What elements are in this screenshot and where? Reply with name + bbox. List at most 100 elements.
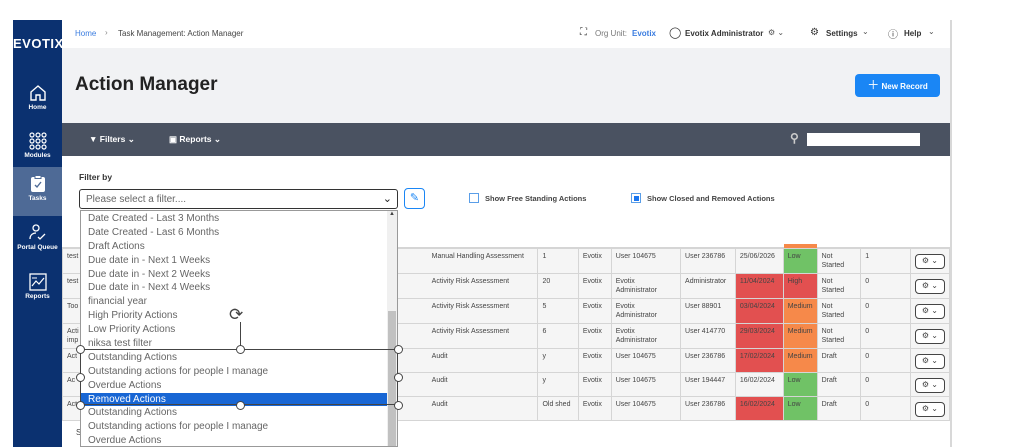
priority-cell: Low [782, 372, 818, 397]
row-actions-button[interactable]: ⚙ ⌄ [914, 354, 945, 369]
owner-cell: Evotix Administrator [610, 323, 682, 349]
rotate-icon[interactable]: ⟳ [229, 305, 243, 325]
org-unit-cell: Evotix [577, 396, 612, 421]
gear-icon: ⚙ [921, 256, 930, 265]
assignee-cell: User 236786 [680, 348, 736, 373]
resize-handle[interactable] [75, 344, 85, 354]
actions-cell: ⚙ ⌄ [909, 248, 951, 274]
owner-cell: User 104675 [610, 396, 682, 421]
due-date-cell: 25/06/2026 [734, 248, 784, 274]
dropdown-option[interactable]: Overdue Actions [81, 434, 388, 446]
settings-menu[interactable]: Settings [826, 29, 858, 38]
gear-icon: ⚙ [921, 331, 930, 340]
dropdown-option[interactable]: Due date in - Next 1 Weeks [81, 254, 388, 268]
sidebar-item-label: Portal Queue [17, 244, 58, 251]
user-menu[interactable]: Evotix Administrator [685, 29, 763, 38]
chevron-down-icon: ⌄ [213, 134, 222, 144]
owner-cell: User 104675 [610, 348, 682, 373]
chevron-down-icon: ⌄ [931, 356, 938, 365]
breadcrumb-home[interactable]: Home [75, 29, 96, 38]
row-actions-button[interactable]: ⚙ ⌄ [914, 378, 945, 393]
status-cell: Not Started [816, 298, 862, 324]
page-title: Action Manager [75, 74, 218, 95]
resize-handle[interactable] [393, 372, 403, 382]
due-date-cell: 17/02/2024 [734, 348, 784, 373]
reports-label: Reports [179, 134, 212, 144]
actions-cell: ⚙ ⌄ [909, 323, 951, 349]
chevron-down-icon: ⌄ [931, 331, 938, 340]
funnel-icon: ▼ [89, 134, 98, 144]
reports-menu[interactable]: ▣ Reports ⌄ [169, 134, 221, 145]
filters-menu[interactable]: ▼ Filters ⌄ [89, 134, 135, 145]
resize-handle[interactable] [393, 400, 403, 410]
org-unit-value[interactable]: Evotix [632, 29, 656, 38]
row-actions-button[interactable]: ⚙ ⌄ [914, 402, 945, 417]
status-cell: Not Started [816, 323, 862, 349]
org-unit-label: Org Unit: [595, 29, 628, 38]
closed-removed-checkbox[interactable] [631, 193, 641, 203]
sidebar-item-reports[interactable]: Reports [13, 265, 62, 313]
assignee-cell: User 236786 [680, 396, 736, 421]
dropdown-option[interactable]: Due date in - Next 2 Weeks [81, 268, 388, 282]
priority-cell: Medium [782, 323, 818, 349]
user-chevron-icon[interactable]: ⚙ ⌄ [768, 28, 784, 37]
search-input[interactable] [807, 133, 920, 146]
clipboard-check-icon [30, 175, 45, 192]
scroll-up-icon[interactable]: ▲ [389, 211, 395, 217]
sidebar-item-modules[interactable]: Modules [13, 124, 62, 172]
dropdown-option[interactable]: Outstanding Actions [81, 406, 388, 420]
resize-handle[interactable] [235, 344, 245, 354]
resize-handle[interactable] [75, 400, 85, 410]
dropdown-option[interactable]: Date Created - Last 6 Months [81, 226, 388, 240]
priority-cell: Low [782, 248, 818, 274]
row-actions-button[interactable]: ⚙ ⌄ [914, 329, 945, 344]
chevron-down-icon: ⌄ [931, 306, 938, 315]
status-cell: Not Started [816, 273, 862, 299]
priority-cell: Low [782, 396, 818, 421]
count-cell: 0 [860, 348, 911, 373]
new-record-button[interactable]: ＋ New Record [855, 74, 940, 97]
dropdown-scrollbar[interactable]: ▲ [387, 211, 397, 446]
dropdown-option[interactable]: Draft Actions [81, 240, 388, 254]
due-date-cell: 03/04/2024 [734, 298, 784, 324]
free-standing-checkbox[interactable] [469, 193, 479, 203]
dropdown-option[interactable]: Low Priority Actions [81, 323, 388, 337]
gear-icon: ⚙ [921, 404, 930, 413]
report-icon: ▣ [169, 134, 178, 144]
owner-cell: Evotix Administrator [610, 298, 682, 324]
resize-handle[interactable] [393, 344, 403, 354]
sidebar-item-home[interactable]: Home [13, 76, 62, 124]
filter-select[interactable]: Please select a filter.... ⌄ [79, 189, 398, 209]
due-date-cell: 16/02/2024 [734, 396, 784, 421]
settings-chevron-icon: ⌄ [862, 27, 869, 36]
chevron-down-icon: ⌄ [931, 281, 938, 290]
dropdown-option[interactable]: Outstanding actions for people I manage [81, 420, 388, 434]
chevron-down-icon: ⌄ [382, 193, 392, 205]
resize-handle[interactable] [75, 372, 85, 382]
row-actions-button[interactable]: ⚙ ⌄ [914, 304, 945, 319]
evotix-logo: EVOTIX [13, 36, 64, 51]
reference-cell: y [537, 348, 579, 373]
sidebar-item-portal-queue[interactable]: Portal Queue [13, 216, 62, 264]
sidebar-item-label: Tasks [28, 195, 47, 202]
new-record-label: New Record [881, 82, 928, 91]
help-chevron-icon: ⌄ [928, 27, 935, 36]
filter-dropdown-list[interactable]: Date Created - Last 3 Months Date Created… [80, 210, 398, 447]
org-unit-cell: Evotix [577, 348, 612, 373]
dropdown-option[interactable]: Date Created - Last 3 Months [81, 212, 388, 226]
sidebar-item-tasks[interactable]: Tasks [13, 167, 62, 216]
row-actions-button[interactable]: ⚙ ⌄ [914, 254, 945, 269]
help-menu[interactable]: Help [904, 29, 921, 38]
dropdown-option[interactable]: Due date in - Next 4 Weeks [81, 281, 388, 295]
breadcrumb-separator-icon: › [105, 28, 108, 37]
row-actions-button[interactable]: ⚙ ⌄ [914, 279, 945, 294]
top-bar: Home › Task Management: Action Manager ⛶… [62, 20, 950, 48]
chevron-down-icon: ⌄ [127, 134, 135, 144]
chevron-down-icon: ⌄ [931, 404, 938, 413]
resize-handle[interactable] [235, 400, 245, 410]
org-unit-cell: Evotix [577, 323, 612, 349]
org-unit-icon: ⛶ [580, 27, 587, 38]
edit-filter-button[interactable]: ✎ [404, 188, 425, 209]
actions-cell: ⚙ ⌄ [909, 348, 951, 373]
reference-cell: Old shed [537, 396, 579, 421]
